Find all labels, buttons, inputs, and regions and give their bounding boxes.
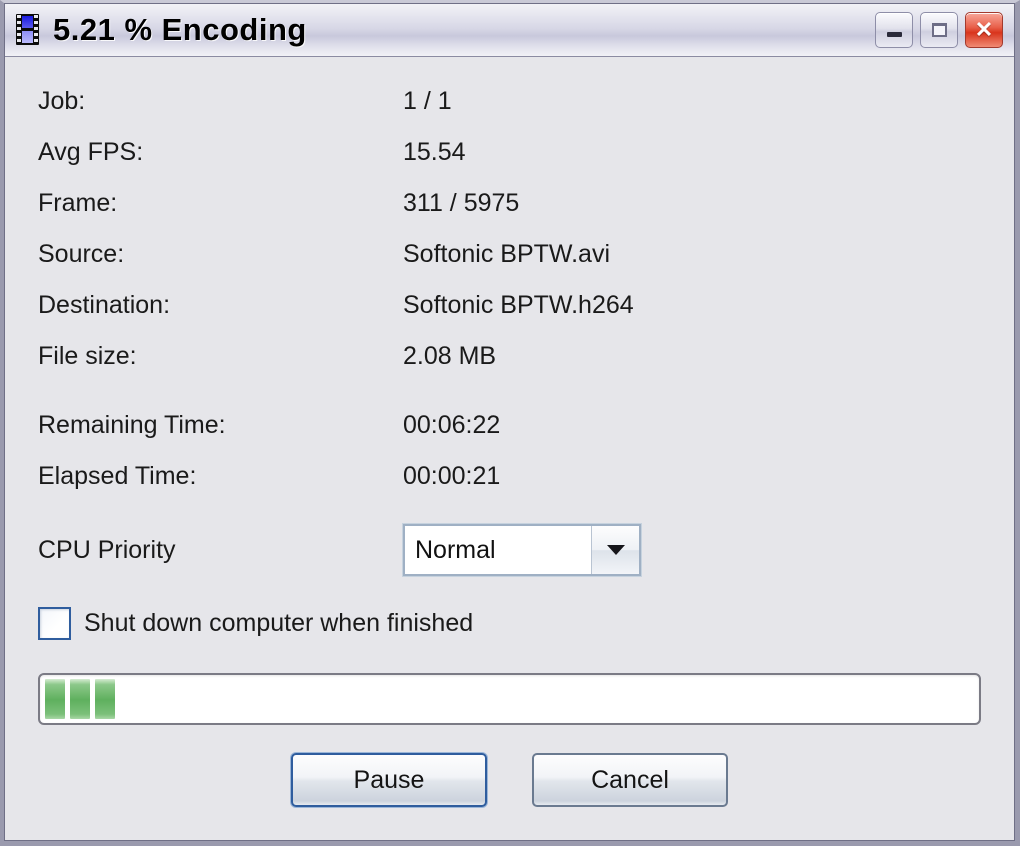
chevron-down-icon xyxy=(606,545,625,555)
row-avg-fps: Avg FPS: 15.54 xyxy=(38,138,981,189)
minimize-icon xyxy=(886,32,902,37)
row-cpu-priority: CPU Priority Normal xyxy=(38,519,981,581)
elapsed-time-value: 00:00:21 xyxy=(403,462,501,490)
film-strip-icon xyxy=(16,14,39,45)
progress-chunk xyxy=(45,679,65,719)
row-file-size: File size: 2.08 MB xyxy=(38,342,981,393)
row-frame: Frame: 311 / 5975 xyxy=(38,189,981,240)
cpu-priority-label: CPU Priority xyxy=(38,535,176,564)
remaining-time-value: 00:06:22 xyxy=(403,411,501,439)
source-value: Softonic BPTW.avi xyxy=(403,240,611,268)
cpu-priority-select[interactable]: Normal xyxy=(403,524,641,576)
elapsed-time-label: Elapsed Time: xyxy=(38,462,197,490)
minimize-button[interactable] xyxy=(875,12,913,48)
progress-chunk xyxy=(95,679,115,719)
film-frame-bottom xyxy=(22,31,33,43)
file-size-value: 2.08 MB xyxy=(403,342,497,370)
source-label: Source: xyxy=(38,240,125,268)
frame-value: 311 / 5975 xyxy=(403,189,520,217)
remaining-time-label: Remaining Time: xyxy=(38,411,226,439)
shutdown-when-finished-row[interactable]: Shut down computer when finished xyxy=(38,603,981,643)
shutdown-checkbox[interactable] xyxy=(38,606,71,640)
frame-label: Frame: xyxy=(38,189,118,217)
maximize-icon xyxy=(931,23,947,37)
row-elapsed-time: Elapsed Time: 00:00:21 xyxy=(38,462,981,513)
window-title: 5.21 % Encoding xyxy=(53,11,307,47)
encoding-progress-bar xyxy=(38,673,981,725)
dialog-buttons: Pause Cancel xyxy=(38,753,981,807)
file-size-label: File size: xyxy=(38,342,137,370)
row-destination: Destination: Softonic BPTW.h264 xyxy=(38,291,981,342)
window-controls: ✕ xyxy=(875,12,1003,48)
job-value: 1 / 1 xyxy=(403,87,452,115)
cancel-button[interactable]: Cancel xyxy=(532,753,728,807)
film-perforations-left xyxy=(17,15,21,44)
encoding-progress-window: 5.21 % Encoding ✕ Job: 1 / 1 Avg FPS: 15… xyxy=(0,0,1020,846)
progress-chunk xyxy=(70,679,90,719)
row-job: Job: 1 / 1 xyxy=(38,87,981,138)
job-label: Job: xyxy=(38,87,86,115)
avg-fps-value: 15.54 xyxy=(403,138,466,166)
row-remaining-time: Remaining Time: 00:06:22 xyxy=(38,411,981,462)
avg-fps-label: Avg FPS: xyxy=(38,138,144,166)
cpu-priority-value: Normal xyxy=(405,526,591,574)
film-frame-top xyxy=(22,16,33,28)
close-button[interactable]: ✕ xyxy=(965,12,1003,48)
maximize-button[interactable] xyxy=(920,12,958,48)
destination-value: Softonic BPTW.h264 xyxy=(403,291,634,319)
title-bar[interactable]: 5.21 % Encoding ✕ xyxy=(4,3,1015,57)
cpu-priority-dropdown-button[interactable] xyxy=(591,526,639,574)
film-perforations-right xyxy=(34,15,38,44)
pause-button[interactable]: Pause xyxy=(291,753,487,807)
row-source: Source: Softonic BPTW.avi xyxy=(38,240,981,291)
close-icon: ✕ xyxy=(974,17,994,42)
dialog-body: Job: 1 / 1 Avg FPS: 15.54 Frame: 311 / 5… xyxy=(4,57,1015,841)
shutdown-checkbox-label: Shut down computer when finished xyxy=(84,608,474,637)
destination-label: Destination: xyxy=(38,291,171,319)
